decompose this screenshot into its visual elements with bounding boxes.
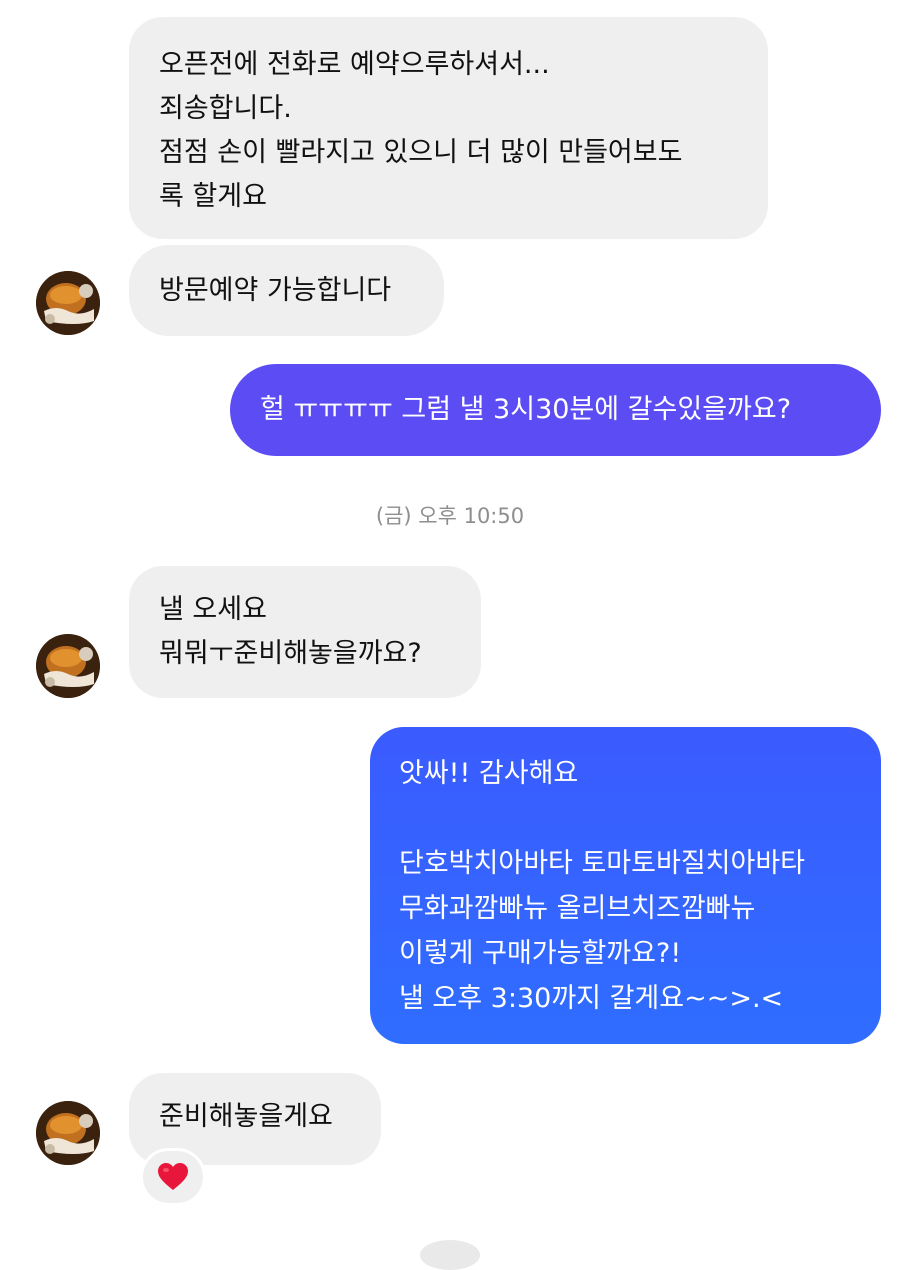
sent-message-bubble[interactable]: 헐 ㅠㅠㅠㅠ 그럼 낼 3시30분에 갈수있을까요? bbox=[230, 364, 881, 456]
heart-icon bbox=[158, 1163, 188, 1190]
message-reaction[interactable] bbox=[140, 1148, 206, 1206]
contact-avatar[interactable] bbox=[36, 634, 100, 698]
received-message-bubble[interactable]: 낼 오세요 뭐뭐ㅜ준비해놓을까요? bbox=[129, 566, 481, 698]
avatar-photo-icon bbox=[36, 634, 100, 698]
contact-avatar[interactable] bbox=[36, 271, 100, 335]
received-message-bubble[interactable]: 오픈전에 전화로 예약으루하셔서... 죄송합니다. 점점 손이 빨라지고 있으… bbox=[129, 17, 768, 239]
scroll-indicator bbox=[420, 1240, 480, 1270]
chat-timestamp: (금) 오후 10:50 bbox=[375, 504, 525, 528]
avatar-photo-icon bbox=[36, 1101, 100, 1165]
avatar-photo-icon bbox=[36, 271, 100, 335]
contact-avatar[interactable] bbox=[36, 1101, 100, 1165]
received-message-bubble[interactable]: 방문예약 가능합니다 bbox=[129, 245, 444, 336]
sent-message-bubble[interactable]: 앗싸!! 감사해요 단호박치아바타 토마토바질치아바타 무화과깜빠뉴 올리브치즈… bbox=[370, 727, 881, 1044]
